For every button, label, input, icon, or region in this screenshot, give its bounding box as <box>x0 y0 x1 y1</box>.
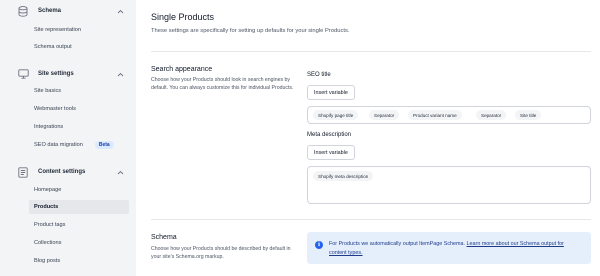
sidebar-section-site-settings[interactable]: Site settings <box>4 66 132 82</box>
sidebar-item-integrations[interactable]: Integrations <box>29 120 129 134</box>
search-appearance-description: Choose how your Products should look in … <box>151 77 294 92</box>
search-appearance-title: Search appearance <box>151 66 213 73</box>
sidebar-item-blog-posts[interactable]: Blog posts <box>29 254 129 268</box>
schema-info-message: For Products we automatically output Ite… <box>329 241 467 247</box>
sidebar-item-product-tags[interactable]: Product tags <box>29 218 129 232</box>
seo-title-field[interactable]: Shopify page title Separator Product var… <box>307 106 591 124</box>
insert-variable-button[interactable]: Insert variable <box>307 85 355 100</box>
variable-chip[interactable]: Separator <box>369 110 400 120</box>
meta-description-label: Meta description <box>307 132 352 138</box>
variable-chip[interactable]: Shopify meta description <box>313 171 374 181</box>
schema-section-title: Schema <box>151 234 177 241</box>
main-content: Single Products These settings are speci… <box>136 0 600 276</box>
sidebar: Schema Site representation Schema output… <box>0 0 136 276</box>
sidebar-item-seo-data-migration[interactable]: SEO data migration Beta <box>29 138 129 152</box>
variable-chip[interactable]: Separator <box>476 110 507 120</box>
sidebar-item-homepage[interactable]: Homepage <box>29 183 129 197</box>
chevron-up-icon[interactable] <box>116 168 124 176</box>
page-title: Single Products <box>151 12 215 22</box>
schema-info-text: For Products we automatically output Ite… <box>329 240 579 258</box>
divider <box>151 51 591 52</box>
chevron-up-icon[interactable] <box>116 7 124 15</box>
chevron-up-icon[interactable] <box>116 70 124 78</box>
schema-info-alert: i For Products we automatically output I… <box>307 232 591 264</box>
meta-description-field[interactable]: Shopify meta description <box>307 166 591 204</box>
sidebar-item-site-representation[interactable]: Site representation <box>29 23 129 37</box>
beta-badge: Beta <box>94 141 114 149</box>
sidebar-item-label: SEO data migration <box>34 142 83 148</box>
sidebar-section-title: Schema <box>38 8 62 14</box>
sidebar-section-title: Content settings <box>38 169 86 175</box>
variable-chip[interactable]: Product variant name <box>408 110 462 120</box>
variable-chip[interactable]: Shopify page title <box>313 110 359 120</box>
sidebar-item-webmaster-tools[interactable]: Webmaster tools <box>29 102 129 116</box>
document-icon <box>17 166 29 178</box>
page-description: These settings are specifically for sett… <box>151 28 350 34</box>
sidebar-item-products[interactable]: Products <box>29 200 129 214</box>
sidebar-item-site-basics[interactable]: Site basics <box>29 84 129 98</box>
insert-variable-button[interactable]: Insert variable <box>307 145 355 160</box>
monitor-icon <box>17 68 29 80</box>
sidebar-section-schema[interactable]: Schema <box>4 3 132 19</box>
schema-section-description: Choose how your Products should be descr… <box>151 246 291 261</box>
database-icon <box>17 5 29 17</box>
seo-title-label: SEO title <box>307 72 331 78</box>
sidebar-section-title: Site settings <box>38 71 74 77</box>
divider <box>151 219 591 220</box>
sidebar-item-collections[interactable]: Collections <box>29 236 129 250</box>
variable-chip[interactable]: Site title <box>515 110 542 120</box>
info-icon: i <box>315 241 323 249</box>
sidebar-section-content-settings[interactable]: Content settings <box>4 164 132 180</box>
sidebar-item-schema-output[interactable]: Schema output <box>29 40 129 54</box>
